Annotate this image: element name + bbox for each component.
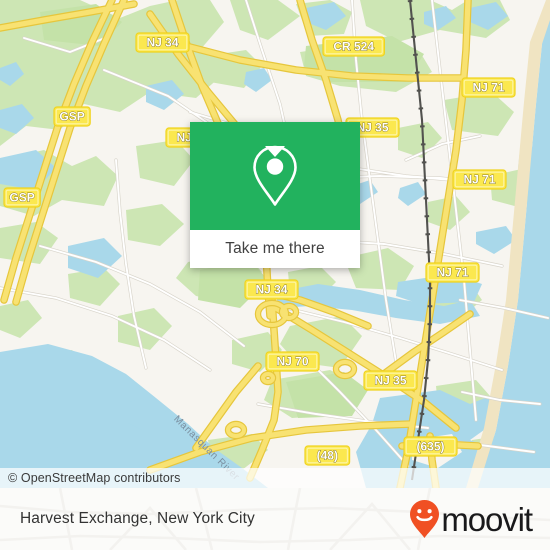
road-shield-label: NJ 35 [356,121,388,135]
road-shield: NJ 35 [363,370,418,391]
road-shield-label: NJ 70 [276,355,308,369]
road-shield: NJ 71 [461,77,516,98]
popup-tail-arrow [265,146,285,157]
location-title: Harvest Exchange, New York City [20,510,255,527]
road-shield: NJ 71 [425,262,480,283]
road-shield-label: NJ 71 [436,266,468,280]
road-shield-label: (48) [317,449,338,463]
road-shield-label: NJ 71 [472,81,504,95]
road-shield: NJ 34 [135,32,190,53]
road-shield-label: NJ 71 [463,173,495,187]
moovit-pin-smile-icon [410,500,440,538]
moovit-wordmark: moovit [441,500,533,538]
road-shield-label: CR 524 [333,40,374,54]
popup-image-panel [190,122,360,230]
map-attribution-bar: © OpenStreetMap contributors [0,468,550,488]
road-shield: (635) [403,436,458,457]
road-shield: NJ 71 [452,169,507,190]
road-shield: (48) [304,445,351,466]
road-shield-label: NJ 34 [146,36,178,50]
road-shield-label: NJ 35 [374,374,406,388]
footer-bar: Harvest Exchange, New York City moovit [0,488,550,550]
road-shield-label: GSP [59,110,84,124]
map-screenshot-page: Manasquan River NJ 34CR 524NJ 71GSPNJ 34… [0,0,550,550]
road-shield: GSP [3,187,41,208]
location-popup-card[interactable]: Take me there [190,122,360,268]
take-me-there-button[interactable]: Take me there [190,230,360,268]
road-shield-label: (635) [416,440,444,454]
road-shield: CR 524 [322,36,386,57]
map-canvas[interactable]: Manasquan River NJ 34CR 524NJ 71GSPNJ 34… [0,0,550,488]
road-shield: GSP [53,106,91,127]
road-shield-label: NJ 34 [255,283,287,297]
road-shield: NJ 34 [244,279,299,300]
road-shield-label: GSP [9,191,34,205]
road-shield: NJ 70 [265,351,320,372]
moovit-logo[interactable]: moovit [409,499,550,539]
take-me-there-label: Take me there [225,240,325,257]
osm-attribution-text: © OpenStreetMap contributors [8,471,181,485]
